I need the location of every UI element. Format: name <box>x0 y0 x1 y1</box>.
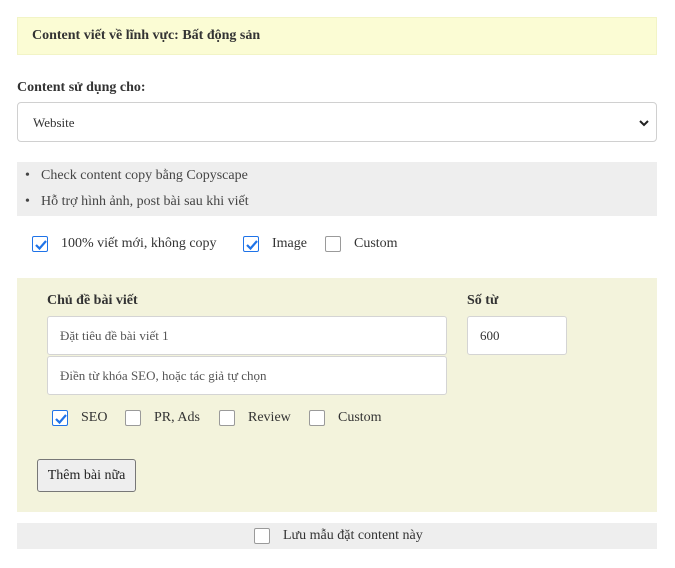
add-article-button[interactable]: Thêm bài nữa <box>37 459 136 492</box>
type-custom-label: Custom <box>338 410 382 425</box>
option-new-content-label: 100% viết mới, không copy <box>61 236 217 251</box>
checkmark-icon <box>35 240 47 251</box>
type-review-label: Review <box>248 410 291 425</box>
keyword-placeholder: Điền từ khóa SEO, hoặc tác giả tự chọn <box>60 368 267 383</box>
type-custom-checkbox[interactable] <box>309 410 325 426</box>
checkmark-icon <box>55 414 67 425</box>
bullet-icon: • <box>25 194 30 209</box>
option-new-content-checkbox[interactable] <box>32 236 48 252</box>
keyword-input[interactable]: Điền từ khóa SEO, hoặc tác giả tự chọn <box>47 356 447 395</box>
domain-banner: Content viết về lĩnh vực: Bất động sản <box>17 17 657 55</box>
usage-select[interactable]: Website <box>17 102 657 142</box>
checkmark-icon <box>246 240 258 251</box>
option-custom-label: Custom <box>354 236 398 251</box>
save-template-checkbox[interactable] <box>254 528 270 544</box>
features-list: • Check content copy bằng Copyscape • Hỗ t… <box>17 162 657 216</box>
save-template-label: Lưu mẫu đặt content này <box>283 528 423 543</box>
type-pr-ads-checkbox[interactable] <box>125 410 141 426</box>
article-title-input[interactable]: Đặt tiêu đề bài viết 1 <box>47 316 447 355</box>
topic-label: Chủ đề bài viết <box>47 293 138 308</box>
word-count-value: 600 <box>480 328 500 343</box>
option-image-label: Image <box>272 236 307 251</box>
option-image-checkbox[interactable] <box>243 236 259 252</box>
usage-label: Content sử dụng cho: <box>17 80 146 95</box>
domain-title: Content viết về lĩnh vực: Bất động sản <box>32 28 261 43</box>
option-custom-checkbox[interactable] <box>325 236 341 252</box>
word-count-label: Số từ <box>467 293 499 308</box>
type-review-checkbox[interactable] <box>219 410 235 426</box>
feature-item: • Check content copy bằng Copyscape <box>25 168 248 183</box>
article-title-placeholder: Đặt tiêu đề bài viết 1 <box>60 328 169 343</box>
type-seo-label: SEO <box>81 410 108 425</box>
usage-selected-value: Website <box>33 115 75 130</box>
word-count-input[interactable]: 600 <box>467 316 567 355</box>
bullet-icon: • <box>25 168 30 183</box>
type-pr-ads-label: PR, Ads <box>154 410 200 425</box>
chevron-down-icon <box>639 120 649 127</box>
type-seo-checkbox[interactable] <box>52 410 68 426</box>
feature-item: • Hỗ trợ hình ảnh, post bài sau khi viết <box>25 194 249 209</box>
